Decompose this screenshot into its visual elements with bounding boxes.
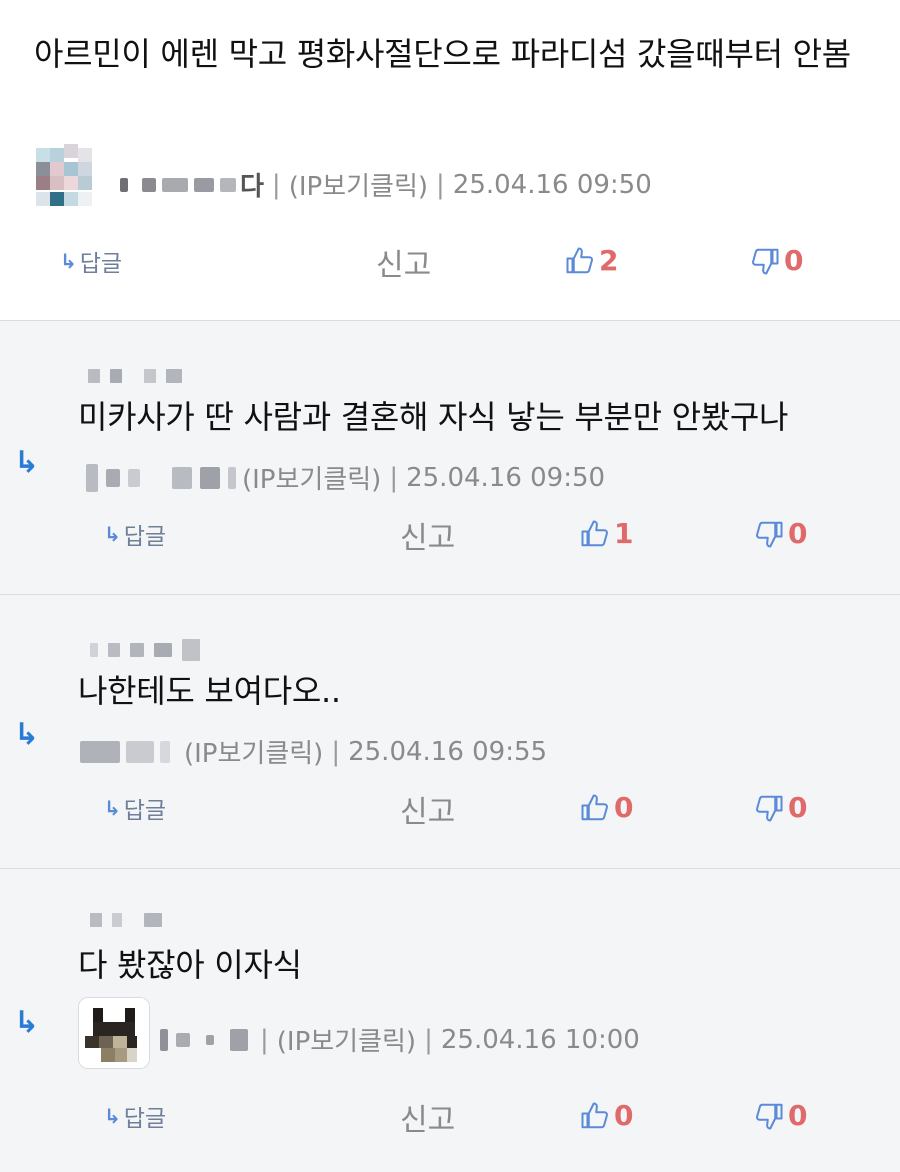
like-button[interactable]: 2	[565, 244, 618, 277]
reply-label: 답글	[123, 798, 167, 824]
report-button[interactable]: 신고	[400, 513, 455, 557]
avatar-image	[32, 142, 104, 214]
like-button[interactable]: 0	[580, 1099, 633, 1132]
avatar[interactable]	[32, 142, 104, 214]
report-label: 신고	[376, 248, 432, 283]
comment-actions: ↳ 답글 신고 2 0	[0, 244, 900, 284]
dislike-count: 0	[788, 517, 808, 550]
report-label: 신고	[400, 1103, 456, 1138]
thumbs-up-icon	[581, 794, 608, 820]
timestamp: 25.04.16 09:50	[406, 462, 606, 493]
like-count: 0	[614, 791, 634, 824]
ip-view-link[interactable]: (IP보기클릭)	[184, 733, 323, 770]
comment-text: 미카사가 딴 사람과 결혼해 자식 낳는 부분만 안봤구나	[78, 398, 789, 436]
separator: |	[424, 1024, 433, 1055]
author-name-blurred	[90, 639, 200, 661]
separator: |	[260, 1024, 269, 1055]
comment-main: 아르민이 에렌 막고 평화사절단으로 파라디섬 갔을때부터 안봄 다 | (IP…	[0, 0, 900, 320]
dislike-button[interactable]: 0	[754, 1099, 807, 1132]
thumbs-down-icon	[756, 1103, 783, 1129]
ip-view-link[interactable]: (IP보기클릭)	[277, 1021, 416, 1058]
comment-reply: 미카사가 딴 사람과 결혼해 자식 낳는 부분만 안봤구나 ↳ (IP보기클릭)…	[0, 320, 900, 594]
comment-text: 다 봤잖아 이자식	[78, 946, 302, 984]
reply-arrow-icon: ↳	[14, 1005, 40, 1040]
thumbs-up-icon	[566, 247, 593, 273]
comment-meta: (IP보기클릭) | 25.04.16 09:55	[80, 733, 547, 770]
separator: |	[331, 736, 341, 767]
author-name-blurred[interactable]	[160, 1028, 248, 1051]
report-button[interactable]: 신고	[376, 240, 431, 284]
reply-button[interactable]: ↳ 답글	[104, 517, 166, 551]
like-count: 0	[614, 1099, 634, 1132]
dislike-count: 0	[788, 1099, 808, 1132]
thumbs-up-icon	[581, 1102, 608, 1128]
thumbs-down-icon	[752, 248, 779, 274]
reply-small-arrow-icon: ↳	[60, 249, 77, 273]
dislike-button[interactable]: 0	[750, 244, 803, 277]
separator: |	[271, 169, 281, 200]
report-label: 신고	[400, 795, 456, 830]
separator: |	[389, 462, 399, 493]
like-button[interactable]: 0	[580, 791, 633, 824]
like-count: 1	[614, 517, 634, 550]
thumbs-up-icon	[581, 520, 608, 546]
thumbs-down-icon	[756, 521, 783, 547]
reply-small-arrow-icon: ↳	[104, 522, 121, 546]
comment-actions: ↳ 답글 신고 1 0	[0, 517, 900, 557]
author-name-blurred[interactable]	[120, 177, 236, 192]
avatar[interactable]	[78, 997, 150, 1069]
reply-button[interactable]: ↳ 답글	[104, 1099, 166, 1133]
timestamp: 25.04.16 09:55	[348, 736, 548, 767]
like-count: 2	[599, 244, 619, 277]
report-label: 신고	[400, 521, 456, 556]
report-button[interactable]: 신고	[400, 787, 455, 831]
reply-label: 답글	[79, 251, 123, 277]
comment-meta: | (IP보기클릭) | 25.04.16 10:00	[160, 1021, 640, 1058]
comment-reply: 나한테도 보여다오.. ↳ (IP보기클릭) | 25.04.16 09:55 …	[0, 594, 900, 868]
ip-view-link[interactable]: (IP보기클릭)	[289, 166, 428, 203]
comment-actions: ↳ 답글 신고 0 0	[0, 1099, 900, 1139]
reply-small-arrow-icon: ↳	[104, 796, 121, 820]
comment-meta: (IP보기클릭) | 25.04.16 09:50	[86, 459, 605, 496]
comment-reply: 다 봤잖아 이자식 ↳ | (IP보기클릭) | 25.04.16 10:00	[0, 868, 900, 1172]
reply-arrow-icon: ↳	[14, 445, 40, 480]
reply-button[interactable]: ↳ 답글	[104, 791, 166, 825]
author-name-blurred	[88, 369, 182, 383]
author-name-fragment: 다	[240, 172, 264, 202]
reply-label: 답글	[123, 1106, 167, 1132]
author-name-blurred[interactable]	[86, 463, 236, 492]
comment-meta: 다 | (IP보기클릭) | 25.04.16 09:50	[120, 166, 652, 203]
reply-button[interactable]: ↳ 답글	[60, 244, 122, 278]
like-button[interactable]: 1	[580, 517, 633, 550]
timestamp: 25.04.16 09:50	[452, 169, 652, 200]
reply-arrow-icon: ↳	[14, 717, 40, 752]
avatar-image	[79, 998, 149, 1068]
reply-small-arrow-icon: ↳	[104, 1104, 121, 1128]
timestamp: 25.04.16 10:00	[440, 1024, 640, 1055]
comment-text: 나한테도 보여다오..	[78, 672, 341, 710]
dislike-count: 0	[784, 244, 804, 277]
dislike-button[interactable]: 0	[754, 517, 807, 550]
author-name-blurred	[90, 913, 162, 927]
dislike-button[interactable]: 0	[754, 791, 807, 824]
reply-label: 답글	[123, 524, 167, 550]
author-name-blurred[interactable]	[80, 740, 170, 763]
report-button[interactable]: 신고	[400, 1095, 455, 1139]
thumbs-down-icon	[756, 795, 783, 821]
dislike-count: 0	[788, 791, 808, 824]
comment-actions: ↳ 답글 신고 0 0	[0, 791, 900, 831]
ip-view-link[interactable]: (IP보기클릭)	[242, 459, 381, 496]
separator: |	[436, 169, 445, 200]
comment-text: 아르민이 에렌 막고 평화사절단으로 파라디섬 갔을때부터 안봄	[34, 35, 851, 73]
